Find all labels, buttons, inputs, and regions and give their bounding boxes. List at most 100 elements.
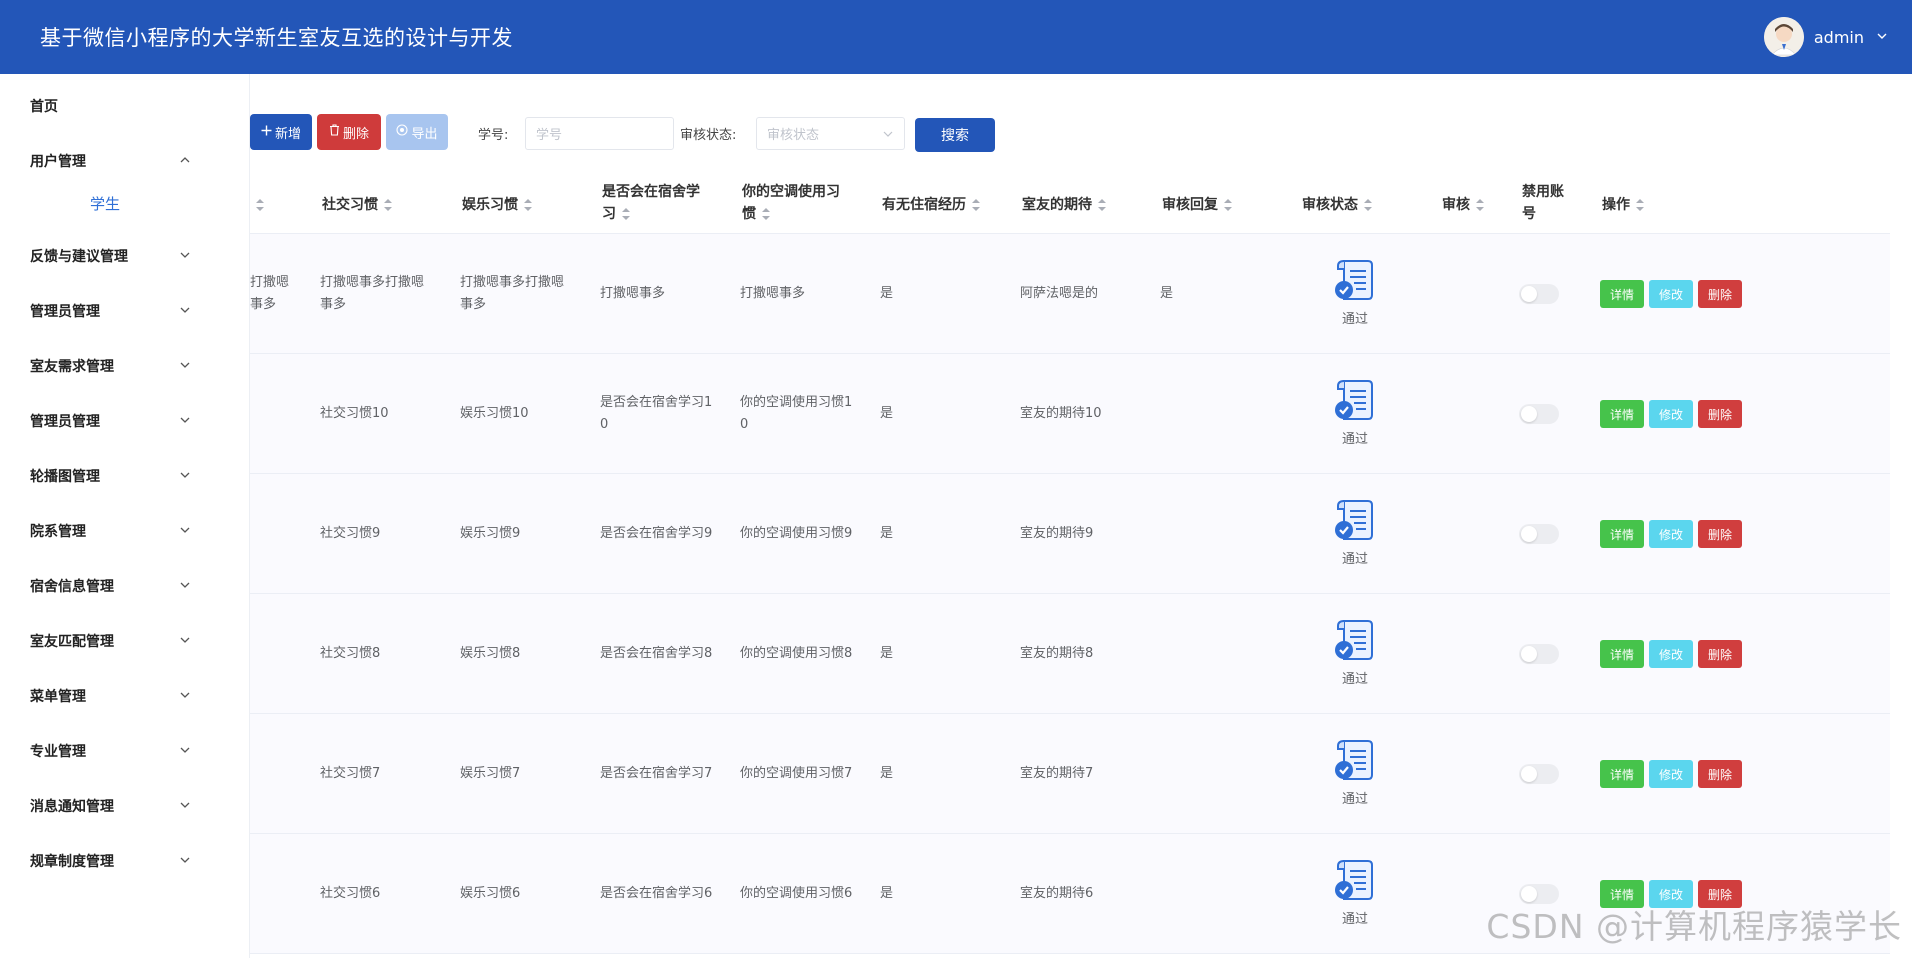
cell-ac: 打撒嗯事多 [740,286,806,301]
column-header-review[interactable]: 审核 [1442,176,1484,234]
approved-document-icon [1332,257,1378,303]
disable-account-toggle[interactable] [1519,644,1559,664]
cell-review-reply [1160,474,1260,594]
cell-disable [1519,594,1569,714]
avatar[interactable] [1763,17,1804,57]
detail-button[interactable]: 详情 [1600,520,1644,548]
sort-icon[interactable] [384,199,392,211]
sidebar-item[interactable]: 消息通知管理 [0,786,250,826]
sort-icon[interactable] [524,199,532,211]
detail-button[interactable]: 详情 [1600,760,1644,788]
column-header-operations[interactable]: 操作 [1602,176,1644,234]
edit-button[interactable]: 修改 [1649,280,1693,308]
sort-icon[interactable] [1636,199,1644,211]
sort-icon[interactable] [972,199,980,211]
edit-button[interactable]: 修改 [1649,760,1693,788]
sidebar-item[interactable]: 规章制度管理 [0,841,250,881]
batch-delete-label: 删除 [342,126,369,142]
column-header-social[interactable]: 社交习惯 [322,176,392,234]
sort-icon[interactable] [622,208,630,220]
detail-button[interactable]: 详情 [1600,640,1644,668]
export-button-label: 导出 [411,126,438,142]
export-button[interactable]: 导出 [386,114,448,150]
sidebar-item[interactable]: 首页 [0,86,250,126]
delete-button[interactable]: 删除 [1698,520,1742,548]
chevron-down-icon[interactable] [1876,30,1888,45]
disable-account-toggle[interactable] [1519,404,1559,424]
cell-social: 打撒嗯事多打撒嗯 事多 [320,275,425,312]
column-header-expectation[interactable]: 室友的期待 [1022,176,1106,234]
delete-button[interactable]: 删除 [1698,640,1742,668]
top-header: 基于微信小程序的大学新生室友互选的设计与开发 admin [0,0,1912,74]
sidebar-item[interactable]: 室友匹配管理 [0,621,250,661]
cell-dorm-experience: 是 [880,646,894,661]
username[interactable]: admin [1814,28,1864,47]
status-text: 通过 [1341,912,1368,927]
chevron-down-icon [178,303,192,317]
detail-button[interactable]: 详情 [1600,400,1644,428]
edit-button[interactable]: 修改 [1649,520,1693,548]
cell-expectation: 室友的期待8 [1020,646,1094,661]
cell-review-reply [1160,354,1260,474]
sidebar-item[interactable]: 专业管理 [0,731,250,771]
cell-review-reply [1160,834,1260,954]
delete-button[interactable]: 删除 [1698,400,1742,428]
cell-dorm-experience: 是 [880,886,894,901]
add-button[interactable]: 新增 [250,114,312,150]
cell-social: 社交习惯6 [320,886,381,901]
sort-icon[interactable] [1364,199,1372,211]
column-header-ac[interactable]: 你的空调使用习 惯 [742,176,862,234]
sidebar-subitem-students[interactable]: 学生 [0,183,250,223]
sort-icon[interactable] [1476,199,1484,211]
search-button[interactable]: 搜索 [915,118,995,152]
cell-social: 社交习惯10 [320,406,389,421]
edit-button[interactable]: 修改 [1649,640,1693,668]
user-menu[interactable]: admin [1763,16,1888,58]
approved-document-icon [1332,377,1378,423]
delete-button[interactable]: 删除 [1698,280,1742,308]
sidebar-item[interactable]: 菜单管理 [0,676,250,716]
disable-account-toggle[interactable] [1519,284,1559,304]
column-header-review-reply[interactable]: 审核回复 [1162,176,1232,234]
student-no-input[interactable]: 学号 [525,117,674,150]
column-header-review-status[interactable]: 审核状态 [1302,176,1372,234]
chevron-down-icon [178,578,192,592]
column-header-dorm-experience[interactable]: 有无住宿经历 [882,176,980,234]
cell-expectation: 室友的期待6 [1020,886,1094,901]
sort-icon[interactable] [1098,199,1106,211]
cell-review-status: 通过 [1300,714,1410,834]
chevron-down-icon [178,358,192,372]
sidebar-item[interactable]: 用户管理 [0,141,250,181]
detail-button[interactable]: 详情 [1600,280,1644,308]
sort-icon[interactable] [762,208,770,220]
delete-button[interactable]: 删除 [1698,760,1742,788]
column-header-entertainment[interactable]: 娱乐习惯 [462,176,532,234]
cell-review-status: 通过 [1300,594,1410,714]
sidebar-item[interactable]: 管理员管理 [0,401,250,441]
column-header-study[interactable]: 是否会在宿舍学 习 [602,176,722,234]
sort-icon[interactable] [1224,199,1232,211]
chevron-down-icon [178,468,192,482]
chevron-down-icon [178,633,192,647]
sidebar-item[interactable]: 室友需求管理 [0,346,250,386]
sidebar-item[interactable]: 院系管理 [0,511,250,551]
sidebar-item[interactable]: 反馈与建议管理 [0,236,250,276]
cell-partial [250,714,310,834]
disable-account-toggle[interactable] [1519,764,1559,784]
edit-button[interactable]: 修改 [1649,400,1693,428]
sidebar-item[interactable]: 管理员管理 [0,291,250,331]
sidebar-item[interactable]: 宿舍信息管理 [0,566,250,606]
cell-social: 社交习惯9 [320,526,381,541]
column-header-disable: 禁用账 号 [1522,184,1564,222]
cell-disable [1519,354,1569,474]
approved-document-icon [1332,617,1378,663]
sidebar-item[interactable]: 轮播图管理 [0,456,250,496]
disable-account-toggle[interactable] [1519,524,1559,544]
cell-social: 社交习惯8 [320,646,381,661]
sidebar-item-label: 院系管理 [30,524,86,540]
sidebar-item-label: 规章制度管理 [30,854,114,870]
batch-delete-button[interactable]: 删除 [317,114,381,150]
review-status-select[interactable]: 审核状态 [756,117,905,150]
column-header-partial[interactable] [250,176,264,234]
sort-icon[interactable] [256,199,264,211]
